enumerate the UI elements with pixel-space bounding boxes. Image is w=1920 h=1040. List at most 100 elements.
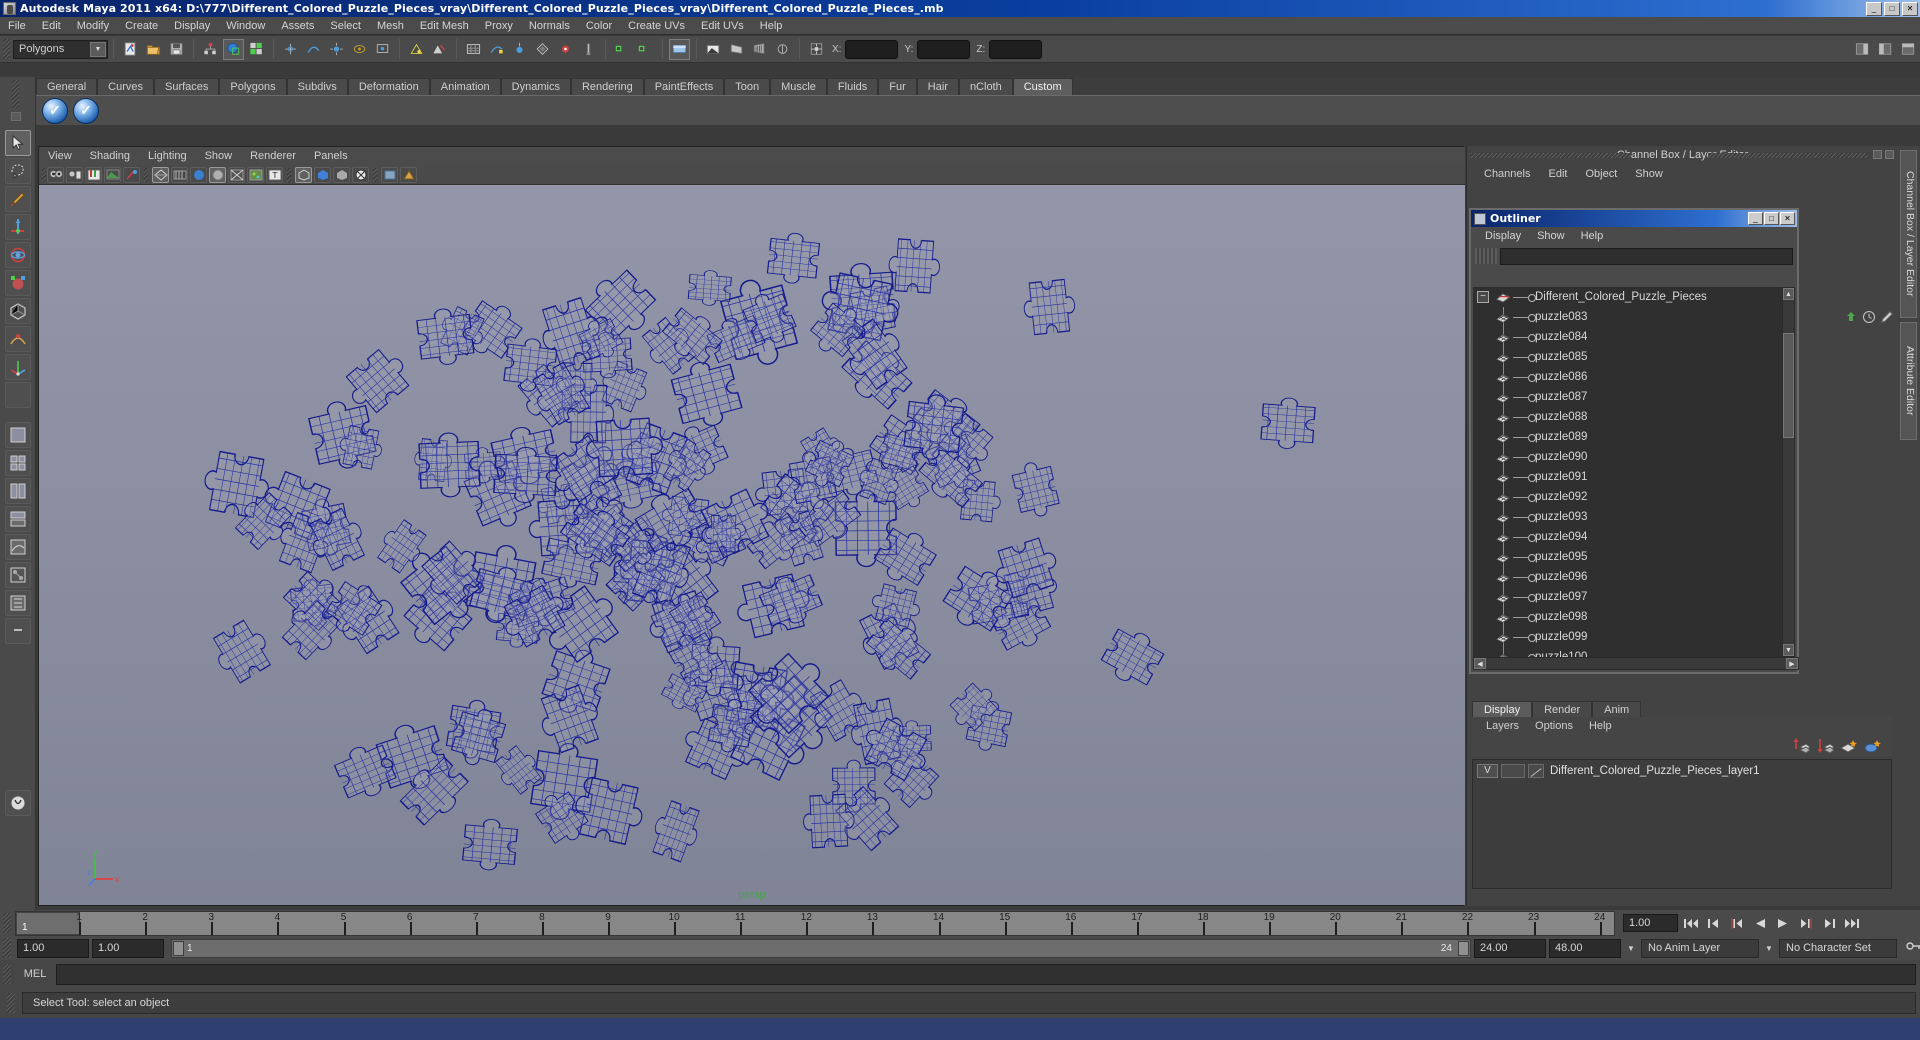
- image-plane-button[interactable]: [703, 39, 724, 60]
- layout-persp-relationship[interactable]: [4, 590, 31, 616]
- shelf-tab-custom[interactable]: Custom: [1012, 78, 1073, 95]
- exposure-control-button[interactable]: [612, 39, 633, 60]
- shelf-tab-fur[interactable]: Fur: [878, 78, 917, 95]
- outliner-item-row[interactable]: puzzle089: [1473, 427, 1785, 447]
- shelf-tab-curves[interactable]: Curves: [97, 78, 154, 95]
- play-forwards-button[interactable]: [1773, 914, 1793, 933]
- anim-layer-selector[interactable]: No Anim Layer: [1641, 938, 1759, 958]
- close-button[interactable]: ✕: [1902, 2, 1918, 16]
- anim-layer-chevron-icon[interactable]: ▼: [1624, 941, 1638, 955]
- menu-item-display[interactable]: Display: [166, 19, 218, 33]
- command-line-input[interactable]: [56, 963, 1916, 985]
- shelf-tab-animation[interactable]: Animation: [429, 78, 501, 95]
- select-object-button[interactable]: [223, 38, 244, 60]
- layer-visibility-toggle[interactable]: V: [1477, 764, 1498, 778]
- z-value-field[interactable]: [989, 39, 1043, 59]
- snap-projection-button[interactable]: [349, 39, 370, 60]
- shelf-item-2[interactable]: ✓: [73, 97, 99, 124]
- ipr-render-button[interactable]: [463, 39, 484, 60]
- xray-joints-icon[interactable]: [400, 166, 417, 183]
- select-camera-icon[interactable]: [47, 166, 64, 183]
- shelf-tab-surfaces[interactable]: Surfaces: [153, 78, 220, 95]
- move-tool[interactable]: [4, 214, 31, 240]
- shelf-grip[interactable]: [12, 80, 19, 108]
- paint-button[interactable]: [578, 39, 599, 60]
- display-layers-list[interactable]: V Different_Colored_Puzzle_Pieces_layer1: [1472, 759, 1892, 889]
- show-channel-box-button[interactable]: [1852, 39, 1873, 60]
- step-forward-key-button[interactable]: [1819, 914, 1839, 933]
- menu-item-modify[interactable]: Modify: [69, 19, 117, 33]
- menu-item-file[interactable]: File: [0, 19, 34, 33]
- rotate-tool[interactable]: [4, 242, 31, 268]
- menu-item-create[interactable]: Create: [117, 19, 166, 33]
- snap-viewplane-button[interactable]: [372, 39, 393, 60]
- menu-item-proxy[interactable]: Proxy: [477, 19, 521, 33]
- move-layer-up-icon[interactable]: [1792, 738, 1810, 754]
- new-scene-button[interactable]: [120, 39, 141, 60]
- tab-display[interactable]: Display: [1472, 701, 1533, 717]
- menu-item-normals[interactable]: Normals: [521, 19, 578, 33]
- vtab-channel-box-layer-editor[interactable]: Channel Box / Layer Editor: [1900, 150, 1917, 318]
- scrollbar-thumb[interactable]: [1783, 333, 1794, 438]
- menu-item-edit-mesh[interactable]: Edit Mesh: [412, 19, 477, 33]
- commandline-grip[interactable]: [3, 964, 11, 984]
- layer-playback-toggle[interactable]: [1501, 764, 1525, 778]
- shelf-tab-fluids[interactable]: Fluids: [826, 78, 879, 95]
- outliner-item-row[interactable]: puzzle085: [1473, 347, 1785, 367]
- helpline-grip[interactable]: [7, 993, 15, 1013]
- layout-persp-outliner[interactable]: [4, 506, 31, 532]
- viewport-3d-canvas[interactable]: persp y x z: [39, 185, 1465, 905]
- layer-row[interactable]: V Different_Colored_Puzzle_Pieces_layer1: [1473, 763, 1891, 779]
- paint-select-tool[interactable]: [4, 186, 31, 212]
- animation-end-time-field[interactable]: 48.00: [1549, 938, 1621, 958]
- shelf-tab-ncloth[interactable]: nCloth: [958, 78, 1013, 95]
- outliner-item-row[interactable]: puzzle083: [1473, 307, 1785, 327]
- scale-tool[interactable]: [4, 270, 31, 296]
- layout-hypershade-persp[interactable]: [4, 562, 31, 588]
- layer-menu-layers[interactable]: Layers: [1478, 720, 1527, 732]
- collapse-icon[interactable]: −: [1477, 291, 1489, 303]
- viewport-menu-view[interactable]: View: [39, 150, 81, 162]
- scroll-down-icon[interactable]: ▼: [1783, 644, 1794, 656]
- tab-anim[interactable]: Anim: [1592, 701, 1642, 717]
- outliner-item-row[interactable]: puzzle094: [1473, 527, 1785, 547]
- outliner-close-button[interactable]: ✕: [1780, 212, 1795, 225]
- new-layer-from-selected-icon[interactable]: [1864, 738, 1882, 754]
- viewport-toolbar-grip-3[interactable]: [287, 167, 291, 182]
- y-value-field[interactable]: [917, 39, 971, 59]
- layer-menu-options[interactable]: Options: [1527, 720, 1581, 732]
- universal-manipulator-tool[interactable]: [4, 298, 31, 324]
- menu-item-edit[interactable]: Edit: [34, 19, 69, 33]
- outliner-item-row[interactable]: puzzle095: [1473, 547, 1785, 567]
- outliner-maximize-button[interactable]: □: [1764, 212, 1779, 225]
- outliner-menu-help[interactable]: Help: [1573, 230, 1612, 242]
- filter-icon[interactable]: [1475, 248, 1497, 264]
- save-scene-button[interactable]: [166, 39, 187, 60]
- shelf-tab-polygons[interactable]: Polygons: [219, 78, 287, 95]
- image-plane-icon[interactable]: [104, 166, 121, 183]
- dock-close-button[interactable]: [1885, 150, 1894, 159]
- outliner-item-row[interactable]: puzzle097: [1473, 587, 1785, 607]
- range-end-handle[interactable]: [1458, 940, 1469, 956]
- channelbox-menu-object[interactable]: Object: [1578, 168, 1624, 180]
- minimize-button[interactable]: _: [1866, 2, 1882, 16]
- vtab-attribute-editor[interactable]: Attribute Editor: [1900, 322, 1917, 440]
- shelf-tab-toon[interactable]: Toon: [724, 78, 771, 95]
- viewport-menu-show[interactable]: Show: [196, 150, 242, 162]
- outliner-item-row[interactable]: puzzle090: [1473, 447, 1785, 467]
- select-hierarchy-button[interactable]: [200, 39, 221, 60]
- shelf-tab-deformation[interactable]: Deformation: [347, 78, 430, 95]
- maximize-button[interactable]: □: [1884, 2, 1900, 16]
- film-gate-button[interactable]: [749, 39, 770, 60]
- outliner-item-row[interactable]: puzzle099: [1473, 627, 1785, 647]
- viewport-toolbar-grip-2[interactable]: [144, 167, 148, 182]
- viewport-toolbar-grip[interactable]: [42, 167, 46, 182]
- character-set-selector[interactable]: No Character Set: [1779, 938, 1897, 958]
- menu-item-window[interactable]: Window: [218, 19, 273, 33]
- dock-undock-button[interactable]: [1873, 150, 1882, 159]
- scroll-left-icon[interactable]: ◀: [1474, 658, 1486, 669]
- outliner-item-row[interactable]: puzzle093: [1473, 507, 1785, 527]
- shelf-tab-painteffects[interactable]: PaintEffects: [643, 78, 725, 95]
- shelf-tab-subdivs[interactable]: Subdivs: [286, 78, 348, 95]
- viewport-menu-renderer[interactable]: Renderer: [241, 150, 305, 162]
